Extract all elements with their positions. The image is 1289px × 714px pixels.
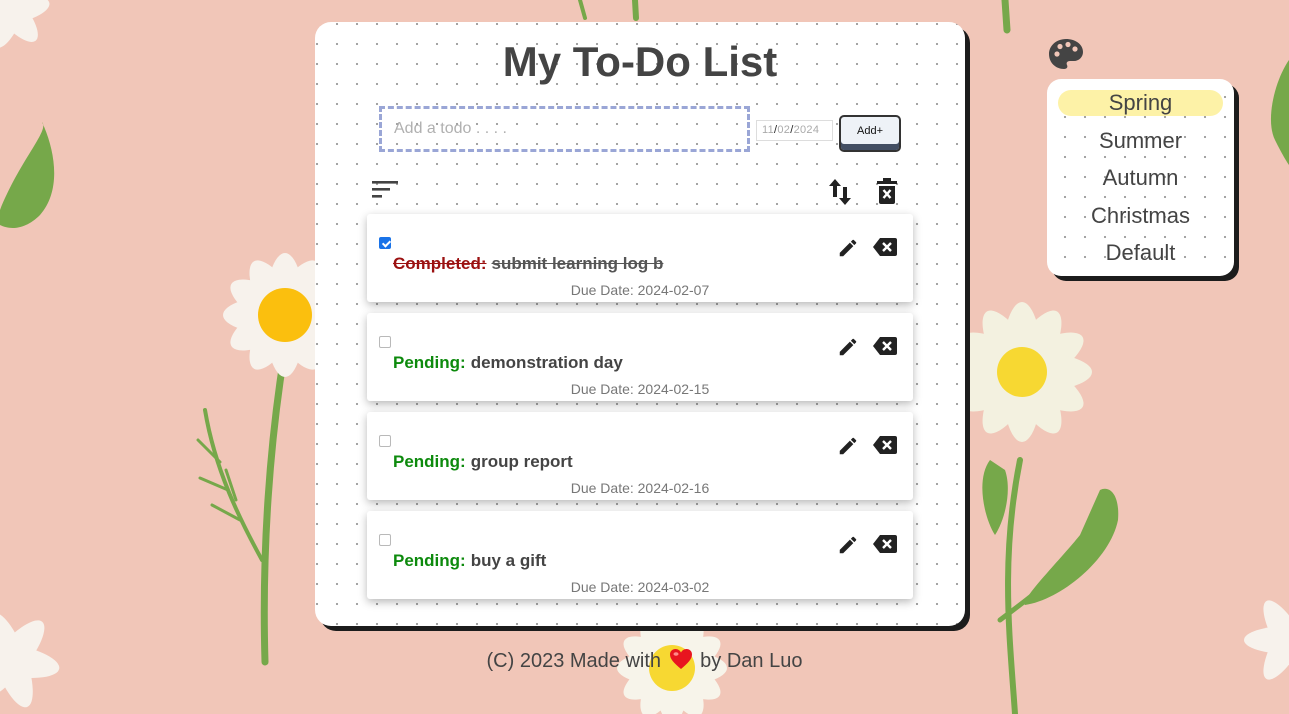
add-button[interactable]: Add+ [839, 115, 901, 152]
edit-icon[interactable] [837, 237, 859, 264]
heart-icon [669, 648, 693, 676]
todo-checkbox[interactable] [379, 534, 391, 546]
todo-text: buy a gift [470, 551, 547, 570]
todo-item: Pending: demonstration day Due Date: 2024… [367, 313, 913, 401]
todo-status: Pending: [393, 452, 466, 471]
edit-icon[interactable] [837, 336, 859, 363]
todo-item: Pending: buy a gift Due Date: 2024-03-02 [367, 511, 913, 599]
theme-menu: Spring Summer Autumn Christmas Default [1047, 79, 1234, 276]
todo-line: Pending: demonstration day [393, 353, 623, 373]
todo-checkbox[interactable] [379, 237, 391, 249]
delete-forever-icon[interactable] [876, 177, 898, 205]
todo-line: Completed: submit learning log b [393, 254, 663, 274]
date-month: 11 [762, 124, 775, 136]
swap-vertical-icon[interactable] [828, 177, 852, 207]
theme-option-summer[interactable]: Summer [1058, 128, 1223, 154]
todo-item: Pending: group report Due Date: 2024-02-1… [367, 412, 913, 500]
theme-option-autumn[interactable]: Autumn [1058, 165, 1223, 191]
footer: (C) 2023 Made with by Dan Luo [0, 648, 1289, 676]
footer-suffix: by Dan Luo [700, 650, 803, 672]
date-year: 2024 [793, 124, 820, 136]
todo-item: Completed: submit learning log b Due Date… [367, 214, 913, 302]
todo-checkbox[interactable] [379, 336, 391, 348]
todo-text: submit learning log b [491, 254, 664, 273]
due-date-input[interactable]: 11/02/2024 [756, 120, 833, 141]
page-title: My To-Do List [502, 38, 778, 85]
todo-due-date: Due Date: 2024-02-16 [570, 480, 710, 496]
todo-input[interactable] [379, 106, 750, 152]
backspace-delete-icon[interactable] [872, 237, 898, 262]
todo-line: Pending: buy a gift [393, 551, 546, 571]
edit-icon[interactable] [837, 534, 859, 561]
filter-list-icon[interactable] [370, 178, 400, 200]
todo-text: demonstration day [470, 353, 623, 372]
todo-checkbox[interactable] [379, 435, 391, 447]
backspace-delete-icon[interactable] [872, 336, 898, 361]
date-day: 02 [777, 124, 791, 136]
todo-card: My To-Do List 11/02/2024 Add+ Completed:… [315, 22, 965, 626]
theme-option-spring[interactable]: Spring [1058, 90, 1223, 116]
todo-text: group report [470, 452, 573, 471]
todo-due-date: Due Date: 2024-03-02 [570, 579, 710, 595]
todo-status: Pending: [393, 551, 466, 570]
backspace-delete-icon[interactable] [872, 534, 898, 559]
backspace-delete-icon[interactable] [872, 435, 898, 460]
todo-due-date: Due Date: 2024-02-15 [570, 381, 710, 397]
palette-icon[interactable] [1048, 37, 1084, 76]
todo-status: Pending: [393, 353, 466, 372]
todo-due-date: Due Date: 2024-02-07 [570, 282, 710, 298]
todo-line: Pending: group report [393, 452, 573, 472]
todo-status: Completed: [393, 254, 487, 273]
footer-prefix: (C) 2023 Made with [486, 650, 662, 672]
theme-option-christmas[interactable]: Christmas [1058, 203, 1223, 229]
edit-icon[interactable] [837, 435, 859, 462]
theme-option-default[interactable]: Default [1058, 240, 1223, 266]
